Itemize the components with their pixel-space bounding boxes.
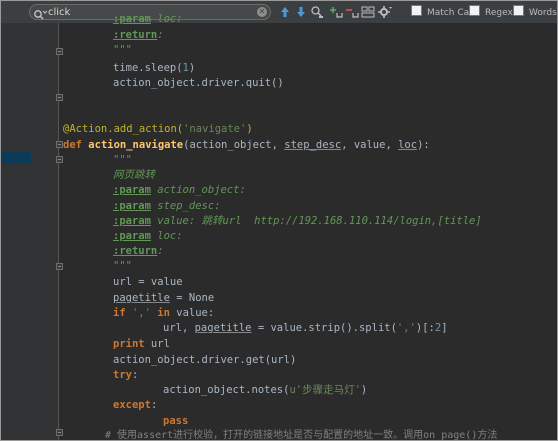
words-label: Words [529, 8, 557, 18]
select-all-occurrences-icon[interactable] [360, 4, 376, 20]
search-icon[interactable] [33, 6, 48, 20]
fold-marker[interactable] [56, 48, 63, 55]
fold-marker[interactable] [56, 156, 63, 163]
filter-settings-icon[interactable] [377, 4, 393, 20]
code-line: :param value: 跳转url http://192.168.110.1… [113, 215, 482, 227]
code-line: @Action.add_action('navigate') [63, 123, 253, 135]
code-line: """ [113, 44, 132, 56]
regex-checkbox[interactable]: Regex [469, 5, 513, 19]
code-line: pass [163, 415, 189, 427]
arrow-down-icon[interactable] [293, 4, 309, 20]
code-line: try: [113, 369, 139, 381]
words-checkbox[interactable]: Words [513, 5, 557, 19]
code-line: except: [113, 399, 158, 411]
regex-label: Regex [485, 8, 513, 18]
code-line: """ [113, 260, 132, 272]
clear-icon[interactable]: ✕ [257, 7, 267, 17]
code-line: :return: [113, 29, 164, 41]
fold-marker[interactable] [56, 94, 63, 101]
code-line: """ [113, 154, 132, 166]
regex-box[interactable] [469, 5, 480, 16]
code-line: :return: [113, 245, 164, 257]
code-line: 网页跳转 [113, 169, 155, 181]
code-line: :param step_desc: [113, 200, 221, 212]
remove-selection-icon[interactable] [344, 4, 360, 20]
find-toolbar: ✕ Match Case Regex Words [1, 1, 557, 24]
code-line: :param loc: [113, 13, 183, 25]
code-line: if ',' in value: [113, 307, 215, 319]
find-all-icon[interactable] [309, 4, 325, 20]
fold-marker[interactable] [56, 141, 63, 148]
code-line: # 使用assert进行校验，打开的链接地址是否与配置的地址一致。调用on_pa… [105, 430, 498, 441]
code-line: pagetitle = None [113, 292, 215, 304]
match-case-box[interactable] [411, 5, 422, 16]
code-line: url, pagetitle = value.strip().split(','… [163, 322, 448, 334]
code-line: action_object.driver.get(url) [113, 354, 297, 366]
code-line: print url [113, 338, 170, 350]
code-line: :param action_object: [113, 184, 246, 196]
code-line: :param loc: [113, 230, 183, 242]
words-box[interactable] [513, 5, 524, 16]
code-line: def action_navigate(action_object, step_… [63, 139, 430, 151]
fold-marker[interactable] [56, 429, 63, 436]
current-line-marker [1, 152, 31, 164]
arrow-up-icon[interactable] [277, 4, 293, 20]
ide-window: ✕ Match Case Regex Words [0, 0, 558, 441]
editor-gutter [1, 23, 59, 440]
code-line: url = value [113, 276, 183, 288]
code-line: time.sleep(1) [113, 62, 196, 74]
fold-marker[interactable] [56, 263, 63, 270]
code-line: action_object.driver.quit() [113, 77, 284, 89]
code-line: action_object.notes(u'步骤走马灯') [163, 384, 368, 396]
add-selection-icon[interactable] [328, 4, 344, 20]
